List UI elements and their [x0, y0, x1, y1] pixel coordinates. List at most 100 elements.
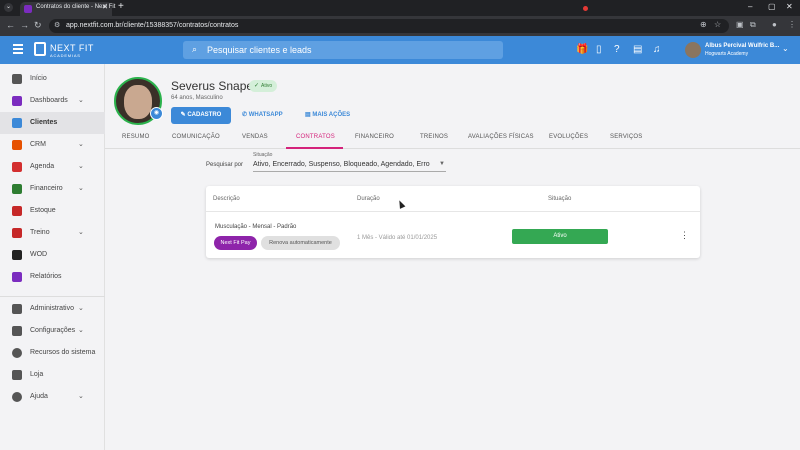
browser-tabbar: ⌄ Contratos do cliente - Next Fit ✕ + – …	[0, 0, 800, 16]
new-tab-button[interactable]: +	[118, 1, 124, 12]
chat-icon[interactable]: ▤	[633, 44, 642, 55]
search-input[interactable]: ⌕ Pesquisar clientes e leads	[183, 41, 503, 59]
app-header: NEXT FIT ACADEMIAS ⌕ Pesquisar clientes …	[0, 36, 800, 64]
url-text: app.nextfit.com.br/cliente/15388357/cont…	[66, 22, 239, 29]
client-avatar-photo	[124, 85, 152, 119]
chevron-down-icon: ⌄	[78, 305, 84, 312]
back-icon[interactable]: ←	[6, 20, 15, 30]
sidebar: Início Dashboards ⌄ Clientes CRM ⌄ Agend…	[0, 64, 105, 450]
status-badge: ✓ Ativo	[249, 80, 278, 92]
logo-name: NEXT FIT	[50, 43, 94, 53]
contract-duration: 1 Mês - Válido até 01/01/2025	[357, 235, 438, 241]
sidebar-item-label: Administrativo	[30, 305, 74, 312]
minimize-icon[interactable]: –	[748, 2, 752, 11]
sidebar-item-label: Ajuda	[30, 393, 48, 400]
sidebar-item-loja[interactable]: Loja	[0, 364, 105, 386]
crm-icon	[12, 140, 22, 150]
notification-dot	[583, 6, 588, 11]
sidebar-item-clientes[interactable]: Clientes	[0, 112, 105, 134]
chevron-down-icon: ⌄	[78, 163, 84, 170]
reload-icon[interactable]: ↻	[34, 20, 42, 31]
cadastro-label: CADASTRO	[187, 112, 222, 118]
user-name[interactable]: Albus Percival Wulfric B...	[705, 43, 779, 49]
tab-servicos[interactable]: SERVIÇOS	[610, 134, 643, 140]
tab-vendas[interactable]: VENDAS	[242, 134, 268, 140]
sidebar-item-ajuda[interactable]: Ajuda ⌄	[0, 386, 105, 408]
users-icon	[12, 118, 22, 128]
sidebar-item-financeiro[interactable]: Financeiro ⌄	[0, 178, 105, 200]
bookmark-star-icon[interactable]: ☆	[714, 20, 721, 29]
browser-menu-icon[interactable]: ⋮	[788, 20, 796, 29]
sidebar-item-recursos[interactable]: Recursos do sistema	[0, 342, 105, 364]
contracts-table: Descrição Duração Situação Musculação - …	[206, 186, 700, 258]
forward-icon[interactable]: →	[20, 20, 29, 30]
gear-icon	[12, 326, 22, 336]
tab-contratos[interactable]: CONTRATOS	[296, 134, 335, 140]
toggle-icon	[12, 348, 22, 358]
tab-treinos[interactable]: TREINOS	[420, 134, 448, 140]
site-info-icon[interactable]: ⚙	[54, 21, 60, 29]
sidebar-item-label: Financeiro	[30, 185, 63, 192]
help-icon[interactable]: ?	[614, 44, 620, 55]
sidebar-item-configuracoes[interactable]: Configurações ⌄	[0, 320, 105, 342]
chevron-down-icon: ⌄	[78, 327, 84, 334]
mais-acoes-button[interactable]: ▤ MAIS AÇÕES	[305, 107, 350, 124]
close-tab-icon[interactable]: ✕	[102, 3, 108, 11]
tab-resumo[interactable]: RESUMO	[122, 134, 150, 140]
tab-evolucoes[interactable]: EVOLUÇÕES	[549, 134, 588, 140]
filter-label: Pesquisar por	[206, 162, 244, 168]
sidebar-item-inicio[interactable]: Início	[0, 68, 105, 90]
sidebar-item-relatorios[interactable]: Relatórios	[0, 266, 105, 288]
camera-icon[interactable]: ◉	[150, 107, 163, 120]
more-options-icon[interactable]: ⋮	[680, 230, 689, 241]
chevron-down-icon: ⌄	[78, 393, 84, 400]
active-tab-indicator	[286, 147, 343, 149]
chevron-down-icon: ⌄	[78, 185, 84, 192]
sidebar-item-agenda[interactable]: Agenda ⌄	[0, 156, 105, 178]
sidebar-item-crm[interactable]: CRM ⌄	[0, 134, 105, 156]
money-icon	[12, 184, 22, 194]
situacao-select[interactable]: Ativo, Encerrado, Suspenso, Bloqueado, A…	[253, 161, 430, 168]
sidebar-item-dashboards[interactable]: Dashboards ⌄	[0, 90, 105, 112]
tab-avaliacoes-fisicas[interactable]: AVALIAÇÕES FÍSICAS	[468, 134, 534, 140]
logo-sub: ACADEMIAS	[50, 53, 81, 58]
dropdown-arrow-icon[interactable]: ▼	[439, 161, 445, 167]
sidebar-item-administrativo[interactable]: Administrativo ⌄	[0, 298, 105, 320]
tab-search-icon[interactable]: ⌄	[4, 3, 13, 12]
gift-icon[interactable]: 🎁	[576, 44, 588, 55]
extensions-icon[interactable]: ⧉	[750, 20, 756, 30]
url-field[interactable]: ⚙ app.nextfit.com.br/cliente/15388357/co…	[49, 19, 729, 33]
tab-financeiro[interactable]: FINANCEIRO	[355, 134, 394, 140]
cadastro-button[interactable]: ✎ CADASTRO	[171, 107, 231, 124]
mobile-icon[interactable]: ▯	[596, 44, 602, 55]
chevron-down-icon[interactable]: ⌄	[782, 44, 789, 53]
sidebar-item-wod[interactable]: WOD	[0, 244, 105, 266]
client-name: Severus Snape	[171, 79, 254, 93]
client-info: 64 anos, Masculino	[171, 95, 223, 101]
zoom-icon[interactable]: ⊕	[700, 20, 707, 29]
status-badge-label: Ativo	[261, 83, 273, 89]
user-avatar[interactable]	[685, 42, 701, 58]
sidebar-item-label: Recursos do sistema	[30, 349, 96, 356]
sidebar-item-label: Loja	[30, 371, 44, 378]
cast-icon[interactable]: ▣	[736, 20, 744, 29]
profile-icon[interactable]: ●	[772, 20, 777, 29]
tab-comunicacao[interactable]: COMUNICAÇÃO	[172, 134, 220, 140]
sidebar-item-label: Agenda	[30, 163, 55, 170]
maximize-icon[interactable]: ▢	[768, 2, 776, 11]
chevron-down-icon: ⌄	[78, 229, 84, 236]
contract-status: Ativo	[512, 229, 608, 244]
browser-tab[interactable]: Contratos do cliente - Next Fit ✕	[20, 2, 115, 16]
menu-icon[interactable]	[13, 44, 23, 56]
header-duracao: Duração	[357, 196, 380, 202]
sidebar-item-treino[interactable]: Treino ⌄	[0, 222, 105, 244]
sidebar-item-label: Início	[30, 75, 47, 82]
bell-icon[interactable]: ♫	[653, 44, 661, 55]
user-org: Hogwarts Academy	[705, 51, 749, 57]
sidebar-item-label: Estoque	[30, 207, 56, 214]
contract-plan: Musculação - Mensal - Padrão	[215, 224, 297, 230]
whatsapp-button[interactable]: ✆ WHATSAPP	[242, 107, 283, 124]
sidebar-item-label: Configurações	[30, 327, 76, 334]
window-close-icon[interactable]: ✕	[786, 2, 793, 11]
sidebar-item-estoque[interactable]: Estoque	[0, 200, 105, 222]
